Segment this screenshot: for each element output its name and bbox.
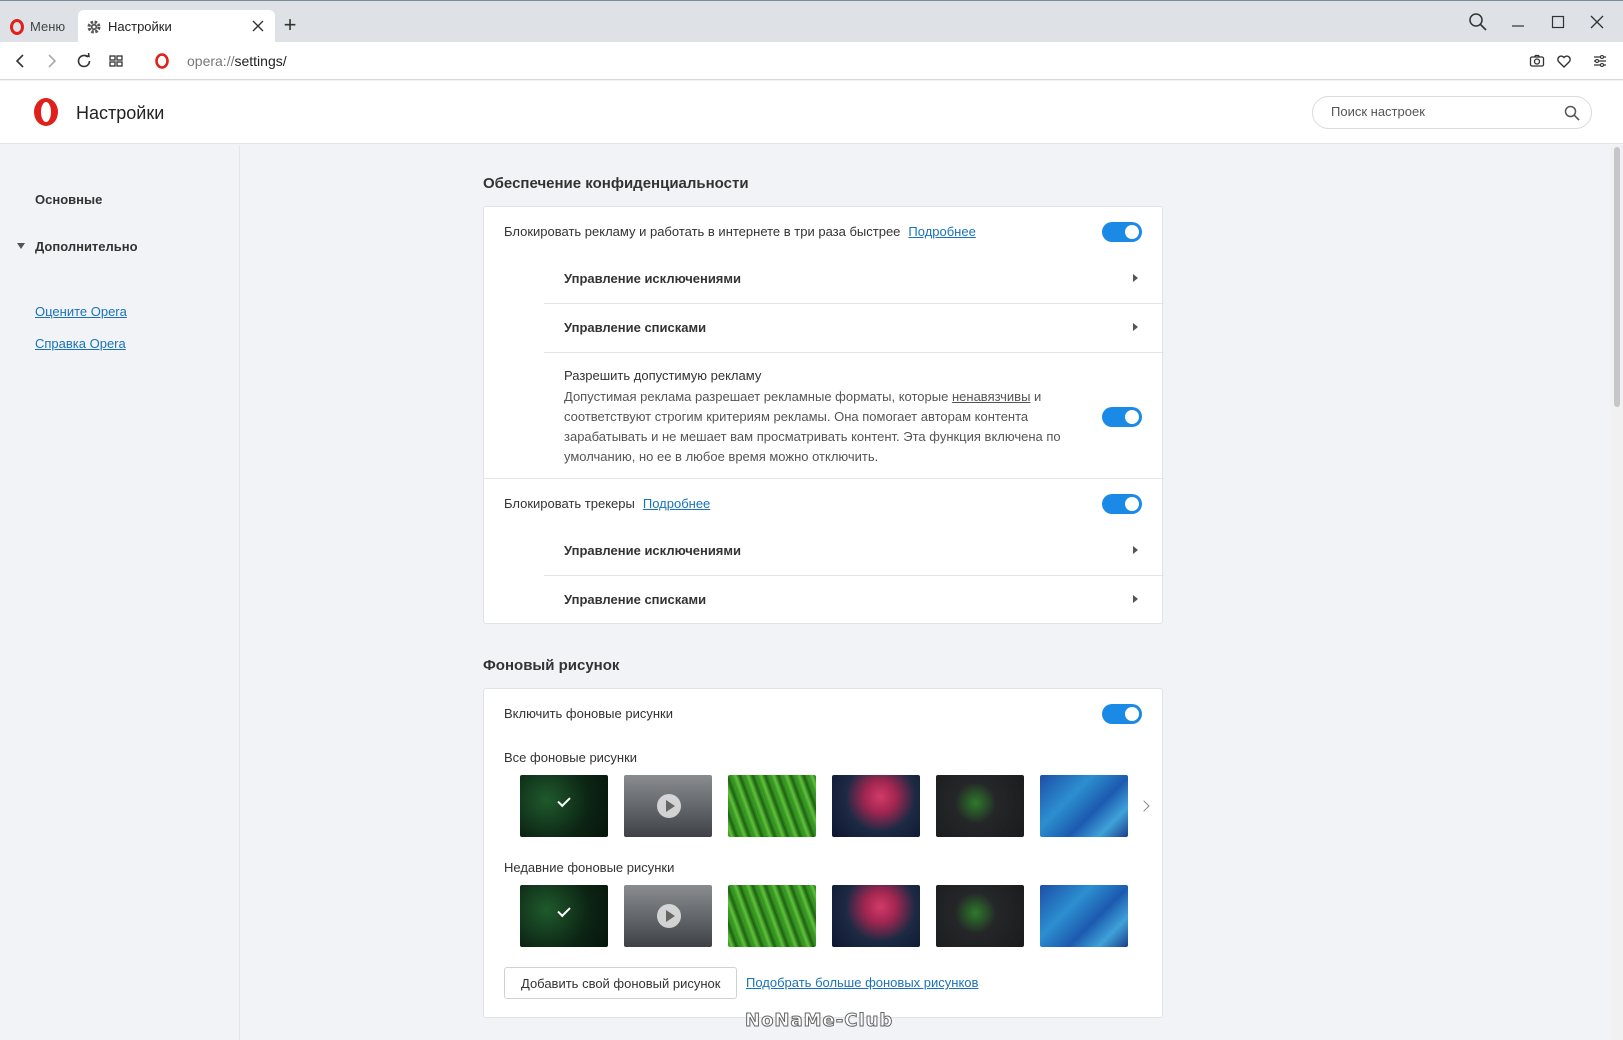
wallpaper-thumb[interactable] [832, 775, 920, 837]
wallpaper-section-title: Фоновый рисунок [483, 657, 620, 674]
sidebar-item-advanced[interactable]: Дополнительно [35, 239, 138, 254]
scrollbar[interactable] [1611, 145, 1623, 1040]
minimize-icon[interactable] [1507, 11, 1529, 33]
wallpaper-thumb[interactable] [936, 885, 1024, 947]
privacy-section-title: Обеспечение конфиденциальности [483, 175, 749, 192]
wallpaper-thumb[interactable] [520, 775, 608, 837]
menu-tab-label: Меню [30, 19, 66, 34]
wallpaper-thumb[interactable] [520, 885, 608, 947]
heart-icon[interactable] [1554, 51, 1574, 71]
acceptable-ads-desc-part1: Допустимая реклама разрешает рекламные ф… [564, 389, 949, 404]
ads-manage-exceptions-row[interactable]: Управление исключениями [544, 255, 1164, 304]
acceptable-ads-toggle[interactable] [1102, 407, 1142, 427]
trackers-manage-exceptions-label: Управление исключениями [564, 543, 742, 558]
address-bar: opera://settings/ [0, 42, 1623, 80]
easy-setup-icon[interactable] [1590, 51, 1610, 71]
maximize-icon[interactable] [1547, 11, 1569, 33]
trackers-manage-exceptions-row[interactable]: Управление исключениями [544, 527, 1164, 576]
acceptable-ads-title: Разрешить допустимую рекламу [564, 368, 762, 383]
wallpaper-thumb[interactable] [1040, 885, 1128, 947]
block-trackers-more-link[interactable]: Подробнее [643, 496, 710, 511]
search-icon[interactable] [1563, 104, 1581, 122]
watermark: NoNaMe-Club [744, 1010, 894, 1032]
close-icon[interactable] [249, 17, 267, 35]
triangle-down-icon [17, 243, 25, 249]
checkmark-icon [557, 793, 571, 808]
wallpaper-thumb[interactable] [1040, 775, 1128, 837]
title-bar: Меню Настройки + [0, 0, 1623, 43]
opera-logo-icon [10, 18, 24, 35]
enable-wallpapers-label: Включить фоновые рисунки [504, 706, 673, 721]
acceptable-ads-desc-underline: ненавязчивы [951, 389, 1031, 404]
opera-site-icon [155, 53, 169, 69]
block-trackers-toggle[interactable] [1102, 494, 1142, 514]
url-scheme: opera:// [187, 53, 235, 69]
wallpaper-thumb[interactable] [624, 775, 712, 837]
acceptable-ads-description: Допустимая реклама разрешает рекламные ф… [564, 387, 1064, 467]
wallpaper-card: Включить фоновые рисунки Все фоновые рис… [483, 688, 1163, 1018]
wallpaper-thumb[interactable] [832, 885, 920, 947]
settings-header: Настройки [0, 81, 1623, 144]
all-wallpapers-label: Все фоновые рисунки [504, 750, 638, 765]
new-tab-button[interactable]: + [280, 14, 300, 36]
ads-manage-exceptions-label: Управление исключениями [564, 271, 742, 286]
speed-dial-icon[interactable] [106, 51, 126, 71]
recent-wallpapers-label: Недавние фоновые рисунки [504, 860, 675, 875]
rate-opera-link[interactable]: Оцените Opera [35, 304, 127, 319]
search-input[interactable] [1331, 104, 1551, 119]
all-wallpapers-list [520, 775, 1128, 837]
more-wallpapers-link[interactable]: Подобрать больше фоновых рисунков [746, 975, 978, 990]
checkmark-icon [557, 903, 571, 918]
block-trackers-label: Блокировать трекеры [504, 496, 635, 511]
chevron-right-icon [1133, 595, 1138, 603]
divider [484, 478, 1164, 479]
add-wallpaper-button[interactable]: Добавить свой фоновый рисунок [504, 967, 738, 999]
wallpaper-thumb[interactable] [728, 775, 816, 837]
snapshot-icon[interactable] [1527, 51, 1547, 71]
block-ads-row: Блокировать рекламу и работать в интерне… [504, 224, 976, 239]
wallpaper-thumb[interactable] [728, 885, 816, 947]
tab-settings-label: Настройки [108, 19, 172, 34]
back-icon[interactable] [10, 51, 30, 71]
block-ads-label: Блокировать рекламу и работать в интерне… [504, 224, 901, 239]
opera-help-link[interactable]: Справка Opera [35, 336, 126, 351]
url-path: settings/ [234, 53, 287, 69]
trackers-manage-lists-label: Управление списками [564, 592, 707, 607]
chevron-right-icon [1133, 323, 1138, 331]
settings-search[interactable] [1312, 96, 1592, 129]
privacy-card: Блокировать рекламу и работать в интерне… [483, 206, 1164, 625]
play-icon [657, 794, 681, 818]
chevron-right-icon[interactable] [1138, 800, 1150, 812]
ads-manage-lists-row[interactable]: Управление списками [544, 304, 1164, 353]
main-content: Обеспечение конфиденциальности Блокирова… [241, 145, 1611, 1040]
block-ads-more-link[interactable]: Подробнее [908, 224, 975, 239]
url-field[interactable]: opera://settings/ [187, 53, 287, 69]
play-icon [657, 904, 681, 928]
sidebar-item-basic[interactable]: Основные [35, 192, 102, 207]
block-ads-toggle[interactable] [1102, 222, 1142, 242]
wallpaper-thumb[interactable] [936, 775, 1024, 837]
search-tabs-icon[interactable] [1467, 11, 1489, 33]
block-trackers-row: Блокировать трекеры Подробнее [504, 496, 710, 511]
wallpaper-thumb[interactable] [624, 885, 712, 947]
enable-wallpapers-toggle[interactable] [1102, 704, 1142, 724]
trackers-manage-lists-row[interactable]: Управление списками [544, 576, 1164, 625]
tab-settings[interactable]: Настройки [78, 10, 275, 43]
page-title: Настройки [76, 103, 165, 123]
chevron-right-icon [1133, 274, 1138, 282]
scrollbar-thumb[interactable] [1614, 147, 1620, 407]
sidebar: Основные Дополнительно Оцените Opera Спр… [0, 145, 240, 1040]
ads-manage-lists-label: Управление списками [564, 320, 707, 335]
opera-logo-icon [34, 98, 58, 126]
menu-tab[interactable]: Меню [0, 10, 78, 43]
chevron-right-icon [1133, 546, 1138, 554]
forward-icon[interactable] [42, 51, 62, 71]
reload-icon[interactable] [74, 51, 94, 71]
recent-wallpapers-list [520, 885, 1128, 947]
window-close-icon[interactable] [1586, 11, 1608, 33]
gear-icon [87, 20, 101, 33]
